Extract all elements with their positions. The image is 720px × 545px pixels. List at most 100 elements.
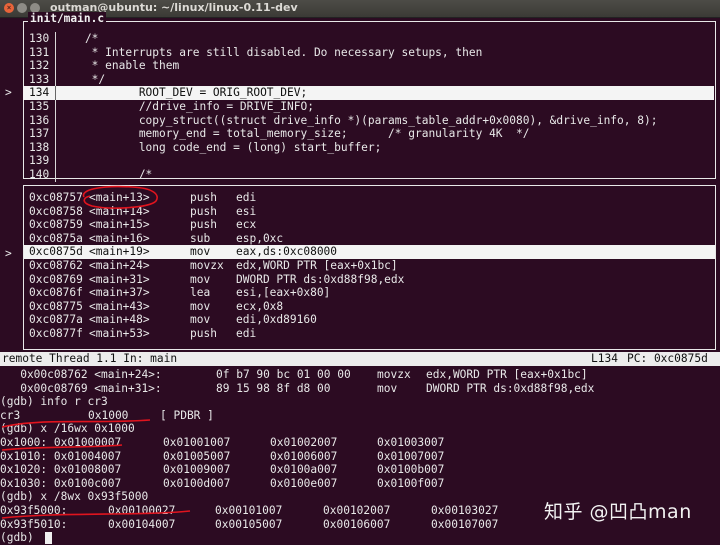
asm-args: edi (236, 191, 257, 204)
gdb-output-cell: movzx (377, 368, 411, 381)
asm-sym: <main+37> (89, 286, 150, 300)
source-line-number: 138 (29, 140, 50, 154)
asm-op: push (190, 218, 217, 232)
gdb-output-cell: [ PDBR ] (160, 408, 214, 422)
gdb-output-cell: 0x00101007 (215, 504, 283, 517)
asm-row: 0xc0875d <main+19> mov eax,ds:0xc08000 (24, 245, 715, 259)
gdb-output-cell: 0x1010: 0x01004007 (0, 449, 122, 463)
terminal-cursor[interactable] (45, 532, 52, 545)
gdb-output-cell: 0x0100e007 (270, 476, 338, 490)
asm-row: 0xc08757 <main+13> push edi (24, 191, 715, 205)
source-line: 140 /* (23, 168, 714, 182)
source-gutter-divider (55, 127, 56, 141)
asm-args: edx,WORD PTR [eax+0x1bc] (236, 259, 398, 272)
source-line-number: 133 (29, 72, 50, 86)
source-line: 139 (23, 154, 714, 168)
source-gutter-divider (55, 100, 56, 114)
asm-args: esi (236, 204, 257, 218)
close-window-button[interactable]: × (4, 3, 14, 13)
asm-sym: <main+48> (89, 313, 150, 327)
source-line: 135 //drive_info = DRIVE_INFO; (23, 100, 714, 114)
source-gutter-divider (55, 86, 56, 100)
gdb-output-cell: 0x00c08762 <main+24>: (0, 368, 162, 381)
source-line-code: memory_end = total_memory_size; /* granu… (58, 127, 530, 141)
status-line-number: L134 (591, 352, 618, 365)
asm-op: movzx (190, 259, 224, 272)
source-line-code: /* (58, 168, 153, 181)
gdb-output-cell: 0x01006007 (270, 449, 338, 463)
source-line-number: 130 (29, 32, 50, 45)
asm-sym: <main+24> (89, 259, 150, 272)
gdb-output-cell: 0x1030: 0x0100c007 (0, 476, 122, 490)
asm-args: eax,ds:0xc08000 (236, 245, 338, 259)
source-line: 137 memory_end = total_memory_size; /* g… (23, 127, 714, 141)
status-pc: PC: 0xc0875d (627, 352, 708, 365)
gdb-output-line: 0x1030: 0x0100c007 0x0100d007 0x0100e007 0x… (0, 477, 720, 491)
window-titlebar: × outman@ubuntu: ~/linux/linux-0.11-dev (0, 0, 720, 18)
asm-sym: <main+16> (89, 231, 150, 245)
gdb-output-cell: DWORD PTR ds:0xd88f98,edx (426, 381, 595, 395)
gdb-output-cell: edx,WORD PTR [eax+0x1bc] (426, 368, 588, 381)
source-line-number: 135 (29, 100, 50, 113)
gdb-output-cell: 0x93f5000: (0, 504, 68, 517)
gdb-output-cell: (gdb) x /8wx 0x93f5000 (0, 490, 149, 504)
gdb-output-cell: 0x0100b007 (377, 463, 445, 477)
gdb-output-cell: 0x01002007 (270, 436, 338, 449)
gdb-output-cell: 0x00106007 (323, 517, 391, 531)
asm-addr: 0xc08759 (29, 218, 83, 232)
gdb-output-line: 0x1010: 0x01004007 0x01005007 0x01006007 0x… (0, 450, 720, 464)
gdb-output-cell: 0x0100a007 (270, 463, 338, 477)
asm-sym: <main+31> (89, 272, 150, 286)
source-line-code: ROOT_DEV = ORIG_ROOT_DEV; (58, 86, 308, 100)
gdb-output-cell: 0x00102007 (323, 504, 391, 517)
asm-op: mov (190, 245, 211, 259)
asm-op: push (190, 204, 217, 218)
source-filename: init/main.c (28, 12, 107, 26)
gdb-output-cell: 0x0100d007 (163, 476, 231, 490)
source-gutter-divider (55, 45, 56, 60)
source-line: 134 ROOT_DEV = ORIG_ROOT_DEV; (23, 86, 714, 100)
gdb-output-cell: mov (377, 381, 398, 395)
asm-row: 0xc08769 <main+31> mov DWORD PTR ds:0xd88f9… (24, 273, 715, 287)
asm-row: 0xc08758 <main+14> push esi (24, 205, 715, 219)
source-line-number: 137 (29, 127, 50, 141)
gdb-output-line: 0x00c08769 <main+31>: 89 15 98 8f d8 00 mo… (0, 382, 720, 396)
gdb-output-cell: (gdb) info r cr3 (0, 395, 108, 409)
asm-row: 0xc0875a <main+16> sub esp,0xc (24, 232, 715, 246)
source-gutter-divider (55, 140, 56, 155)
gdb-output-cell: 0x01001007 (163, 436, 231, 449)
source-line-code: copy_struct((struct drive_info *)(params… (58, 113, 658, 127)
source-line-number: 140 (29, 168, 50, 181)
source-line-code: long code_end = (long) start_buffer; (58, 140, 382, 154)
asm-row: 0xc0877f <main+53> push edi (24, 327, 715, 341)
source-line-number: 131 (29, 45, 50, 59)
source-line-number: 134 (29, 86, 50, 100)
asm-row: 0xc08759 <main+15> push ecx (24, 218, 715, 232)
gdb-output-cell: 0x00c08769 <main+31>: (0, 381, 162, 395)
gdb-output-line: 0x00c08762 <main+24>: 0f b7 90 bc 01 00 0… (0, 368, 720, 382)
asm-op: mov (190, 313, 211, 327)
asm-args: edi (236, 327, 257, 340)
gdb-output-cell: 0x93f5010: (0, 517, 68, 531)
source-line-number: 132 (29, 59, 50, 73)
asm-addr: 0xc0876f (29, 286, 83, 300)
source-line-code: */ (58, 72, 106, 86)
minimize-window-button[interactable] (17, 3, 27, 13)
asm-args: esi,[eax+0x80] (236, 286, 331, 300)
asm-row: 0xc08775 <main+43> mov ecx,0x8 (24, 300, 715, 314)
gdb-output-cell: cr3 (0, 408, 21, 422)
asm-sym: <main+43> (89, 299, 150, 313)
gdb-output-cell: 0x1000: 0x01000007 (0, 436, 122, 449)
source-line: 130 /* (23, 32, 714, 46)
asm-addr: 0xc08769 (29, 272, 83, 286)
gdb-output-cell: 0x01009007 (163, 463, 231, 477)
source-line-code: * enable them (58, 59, 180, 73)
source-gutter-divider (55, 59, 56, 73)
asm-row: 0xc08762 <main+24> movzx edx,WORD PTR [eax+… (24, 259, 715, 273)
gdb-output-cell: 0x00104007 (108, 517, 176, 531)
asm-addr: 0xc0877f (29, 327, 83, 340)
asm-row: 0xc0877a <main+48> mov edi,0xd89160 (24, 313, 715, 327)
asm-op: sub (190, 231, 211, 245)
gdb-output-cell: 0x00107007 (431, 517, 499, 531)
status-thread-info: remote Thread 1.1 In: main (2, 352, 178, 365)
